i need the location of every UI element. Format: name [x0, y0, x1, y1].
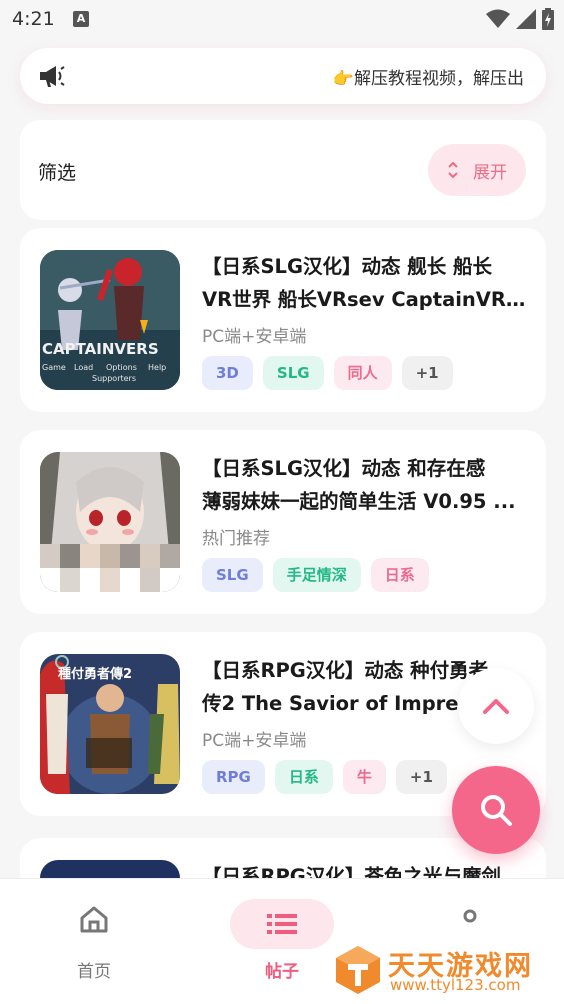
home-icon: [80, 906, 108, 933]
tag[interactable]: 同人: [333, 356, 392, 390]
expand-label: 展开: [473, 162, 507, 183]
notice-bar[interactable]: 👉解压教程视频，解压出: [20, 48, 546, 104]
battery-icon: [542, 8, 554, 30]
post-tags: SLG 手足情深 日系: [202, 558, 429, 592]
thumb-game-title: 種付勇者傳2: [58, 666, 132, 682]
tag[interactable]: 日系: [274, 760, 333, 794]
filter-card: 筛选 展开: [20, 120, 546, 220]
search-icon: [481, 795, 512, 826]
cube-logo-icon: [336, 946, 380, 994]
watermark-logo: 天天游戏网 www.ttyl123.com: [328, 940, 564, 1000]
list-icon: [267, 914, 297, 934]
post-thumbnail: [40, 452, 180, 592]
game-art-image: [40, 452, 180, 592]
dot-icon: [463, 909, 477, 923]
svg-text:Options: Options: [106, 363, 137, 372]
tag[interactable]: 日系: [370, 558, 429, 592]
notification-badge-icon: A: [73, 11, 89, 27]
svg-text:Help: Help: [148, 363, 166, 372]
tag[interactable]: 3D: [202, 356, 253, 390]
svg-text:Game: Game: [42, 363, 66, 372]
search-button[interactable]: [452, 766, 540, 854]
post-thumbnail: CAPTAINVERS Game Load Options Help Suppo…: [40, 250, 180, 390]
status-bar: 4:21 A: [0, 0, 564, 40]
post-card[interactable]: CAPTAINVERS Game Load Options Help Suppo…: [20, 228, 546, 412]
post-subtitle: 热门推荐: [202, 529, 270, 549]
post-title: 【日系SLG汉化】动态 舰长 船长 VR世界 船长VRsev CaptainVR…: [202, 255, 532, 311]
post-card[interactable]: 【日系SLG汉化】动态 和存在感 薄弱妹妹一起的简单生活 V0.95 ... 热…: [20, 430, 546, 614]
watermark-url: www.ttyl123.com: [390, 976, 521, 994]
status-icons: [486, 8, 554, 30]
status-time: 4:21: [12, 8, 55, 30]
nav-home[interactable]: 首页: [0, 879, 188, 1004]
tag[interactable]: SLG: [202, 558, 263, 592]
nav-label: 首页: [77, 962, 111, 982]
signal-icon: [516, 9, 536, 29]
post-title: 【日系SLG汉化】动态 和存在感 薄弱妹妹一起的简单生活 V0.95 ...: [202, 457, 516, 513]
tag[interactable]: RPG: [202, 760, 265, 794]
tag-more[interactable]: +1: [395, 760, 447, 794]
expand-button[interactable]: 展开: [428, 144, 526, 196]
tag[interactable]: 手足情深: [272, 558, 361, 592]
game-art-image: CAPTAINVERS Game Load Options Help Suppo…: [40, 250, 180, 390]
scroll-top-button[interactable]: [458, 668, 534, 744]
svg-text:Supporters: Supporters: [92, 374, 136, 383]
game-art-image: 種付勇者傳2: [40, 654, 180, 794]
sort-chevron-icon: [448, 161, 458, 179]
svg-text:Load: Load: [74, 363, 93, 372]
notice-text: 👉解压教程视频，解压出: [332, 69, 524, 89]
post-thumbnail: 種付勇者傳2: [40, 654, 180, 794]
filter-label: 筛选: [38, 162, 77, 184]
post-tags: RPG 日系 牛 +1: [202, 760, 447, 794]
chevron-up-icon: [483, 699, 509, 714]
post-subtitle: PC端+安卓端: [202, 731, 307, 751]
megaphone-icon: [40, 66, 65, 87]
tag-more[interactable]: +1: [401, 356, 453, 390]
thumb-game-title: CAPTAINVERS: [42, 340, 159, 358]
wifi-icon: [486, 9, 510, 28]
post-tags: 3D SLG 同人 +1: [202, 356, 453, 390]
post-subtitle: PC端+安卓端: [202, 327, 307, 347]
tag[interactable]: 牛: [342, 760, 386, 794]
tag[interactable]: SLG: [262, 356, 324, 390]
